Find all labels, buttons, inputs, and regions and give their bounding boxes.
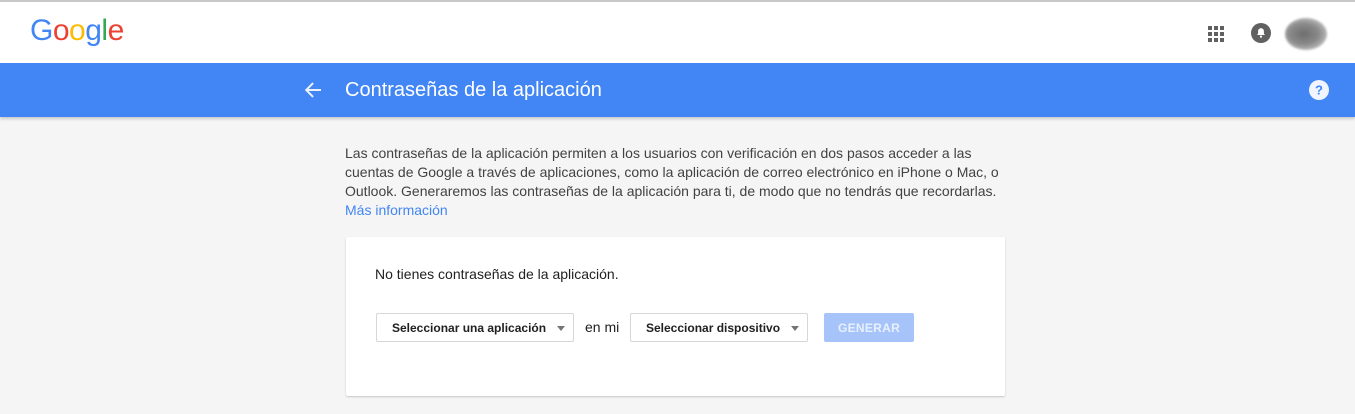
chevron-down-icon — [791, 326, 799, 331]
learn-more-link[interactable]: Más información — [345, 201, 448, 220]
app-passwords-description: Las contraseñas de la aplicación permite… — [345, 144, 1005, 220]
description-text: Las contraseñas de la aplicación permite… — [345, 145, 999, 199]
arrow-left-icon[interactable] — [302, 79, 324, 101]
google-logo[interactable]: G o o g l e — [30, 14, 124, 48]
app-passwords-card: No tienes contraseñas de la aplicación. … — [346, 237, 1005, 396]
help-circle-icon[interactable]: ? — [1308, 79, 1330, 101]
select-device-dropdown[interactable]: Seleccionar dispositivo — [630, 313, 808, 342]
empty-state-message: No tienes contraseñas de la aplicación. — [375, 266, 619, 282]
select-device-label: Seleccionar dispositivo — [646, 320, 781, 335]
chevron-down-icon — [557, 326, 565, 331]
page-title-bar: Contraseñas de la aplicación ? — [0, 63, 1355, 117]
svg-text:?: ? — [1315, 83, 1323, 98]
top-header: G o o g l e — [0, 2, 1355, 63]
notifications-bell-icon[interactable] — [1251, 23, 1271, 43]
logo-letter: e — [107, 14, 125, 47]
logo-letter: o — [69, 14, 86, 47]
connector-text: en mi — [585, 319, 620, 335]
select-app-dropdown[interactable]: Seleccionar una aplicación — [376, 313, 574, 342]
select-app-label: Seleccionar una aplicación — [392, 320, 547, 335]
apps-grid-icon[interactable] — [1207, 25, 1225, 43]
page-title: Contraseñas de la aplicación — [345, 79, 602, 101]
generate-button[interactable]: GENERAR — [824, 313, 914, 342]
logo-letter: o — [52, 14, 70, 47]
account-avatar[interactable] — [1285, 18, 1327, 50]
logo-letter: G — [30, 14, 53, 47]
logo-letter: g — [85, 14, 102, 47]
